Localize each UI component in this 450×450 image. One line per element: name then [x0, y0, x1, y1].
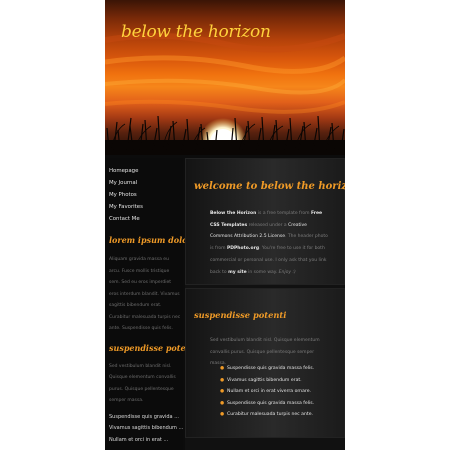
sidebar-text-suspendisse: Sed vestibulum blandit nisl. Quisque ele…: [109, 363, 176, 404]
welcome-text-part: released under a: [247, 222, 289, 228]
section-list: ● Suspendisse quis gravida massa felis. ●…: [220, 363, 338, 421]
sidebar: Homepage My Journal My Photos My Favorit…: [105, 158, 199, 450]
section-heading: suspendisse potenti: [194, 310, 287, 320]
main-content: welcome to below the horizon! Below the …: [185, 158, 345, 450]
list-item-label: Curabitur malesuada turpis nec ante.: [227, 412, 313, 418]
list-item[interactable]: ● Vivamus sagittis bibendum erat.: [220, 375, 338, 387]
sidebar-link[interactable]: Nullam et orci in erat ...: [105, 435, 183, 447]
bullet-icon: ●: [220, 377, 225, 383]
sidebar-link[interactable]: Vivamus sagittis bibendum ...: [105, 423, 183, 435]
list-item[interactable]: ● Nullam et orci in erat viverra ornare.: [220, 386, 338, 398]
sidebar-text-lorem: Aliquam gravida massa eu arcu. Fusce mol…: [109, 257, 181, 331]
sidebar-links: Suspendisse quis gravida ... Vivamus sag…: [105, 412, 183, 447]
list-item-label: Vivamus sagittis bibendum erat.: [227, 377, 302, 383]
enjoy-text: Enjoy :): [278, 269, 296, 275]
list-item-label: Suspendisse quis gravida massa felis.: [227, 366, 315, 371]
pdphoto-link[interactable]: PDPhoto.org: [227, 246, 259, 251]
nav-item-my-journal[interactable]: My Journal: [105, 177, 183, 189]
nav-item-my-favorites[interactable]: My Favorites: [105, 201, 183, 213]
bullet-icon: ●: [220, 412, 225, 418]
header-banner: below the horizon: [105, 0, 345, 155]
sidebar-link[interactable]: Suspendisse quis gravida ...: [105, 412, 183, 424]
welcome-text-part: is a free template from: [256, 211, 311, 216]
page-container: below the horizon Homepage My Journal My…: [105, 0, 345, 450]
suspendisse-panel: suspendisse potenti Sed vestibulum bland…: [185, 288, 345, 438]
nav-item-contact-me[interactable]: Contact Me: [105, 213, 183, 225]
main-nav: Homepage My Journal My Photos My Favorit…: [105, 165, 183, 225]
list-item-label: Suspendisse quis gravida massa felis.: [227, 400, 315, 406]
bullet-icon: ●: [220, 366, 225, 371]
nav-item-homepage[interactable]: Homepage: [105, 165, 183, 177]
my-site-link[interactable]: my site: [228, 270, 247, 275]
sidebar-heading-lorem: lorem ipsum dolore: [109, 235, 197, 245]
bullet-icon: ●: [220, 389, 225, 395]
site-title[interactable]: below the horizon: [121, 22, 271, 42]
bullet-icon: ●: [220, 400, 225, 406]
welcome-panel: welcome to below the horizon! Below the …: [185, 158, 345, 285]
nav-item-my-photos[interactable]: My Photos: [105, 189, 183, 201]
sidebar-heading-suspendisse: suspendisse potenti: [109, 342, 199, 353]
welcome-text: Below the Horizon is a free template fro…: [210, 208, 328, 278]
list-item[interactable]: ● Suspendisse quis gravida massa felis.: [220, 363, 338, 375]
list-item-label: Nullam et orci in erat viverra ornare.: [227, 389, 311, 395]
template-name: Below the Horizon: [210, 211, 257, 216]
list-item[interactable]: ● Suspendisse quis gravida massa felis.: [220, 398, 338, 410]
welcome-text-part: in some way.: [246, 269, 279, 275]
welcome-heading: welcome to below the horizon!: [194, 181, 345, 192]
list-item[interactable]: ● Curabitur malesuada turpis nec ante.: [220, 409, 338, 421]
